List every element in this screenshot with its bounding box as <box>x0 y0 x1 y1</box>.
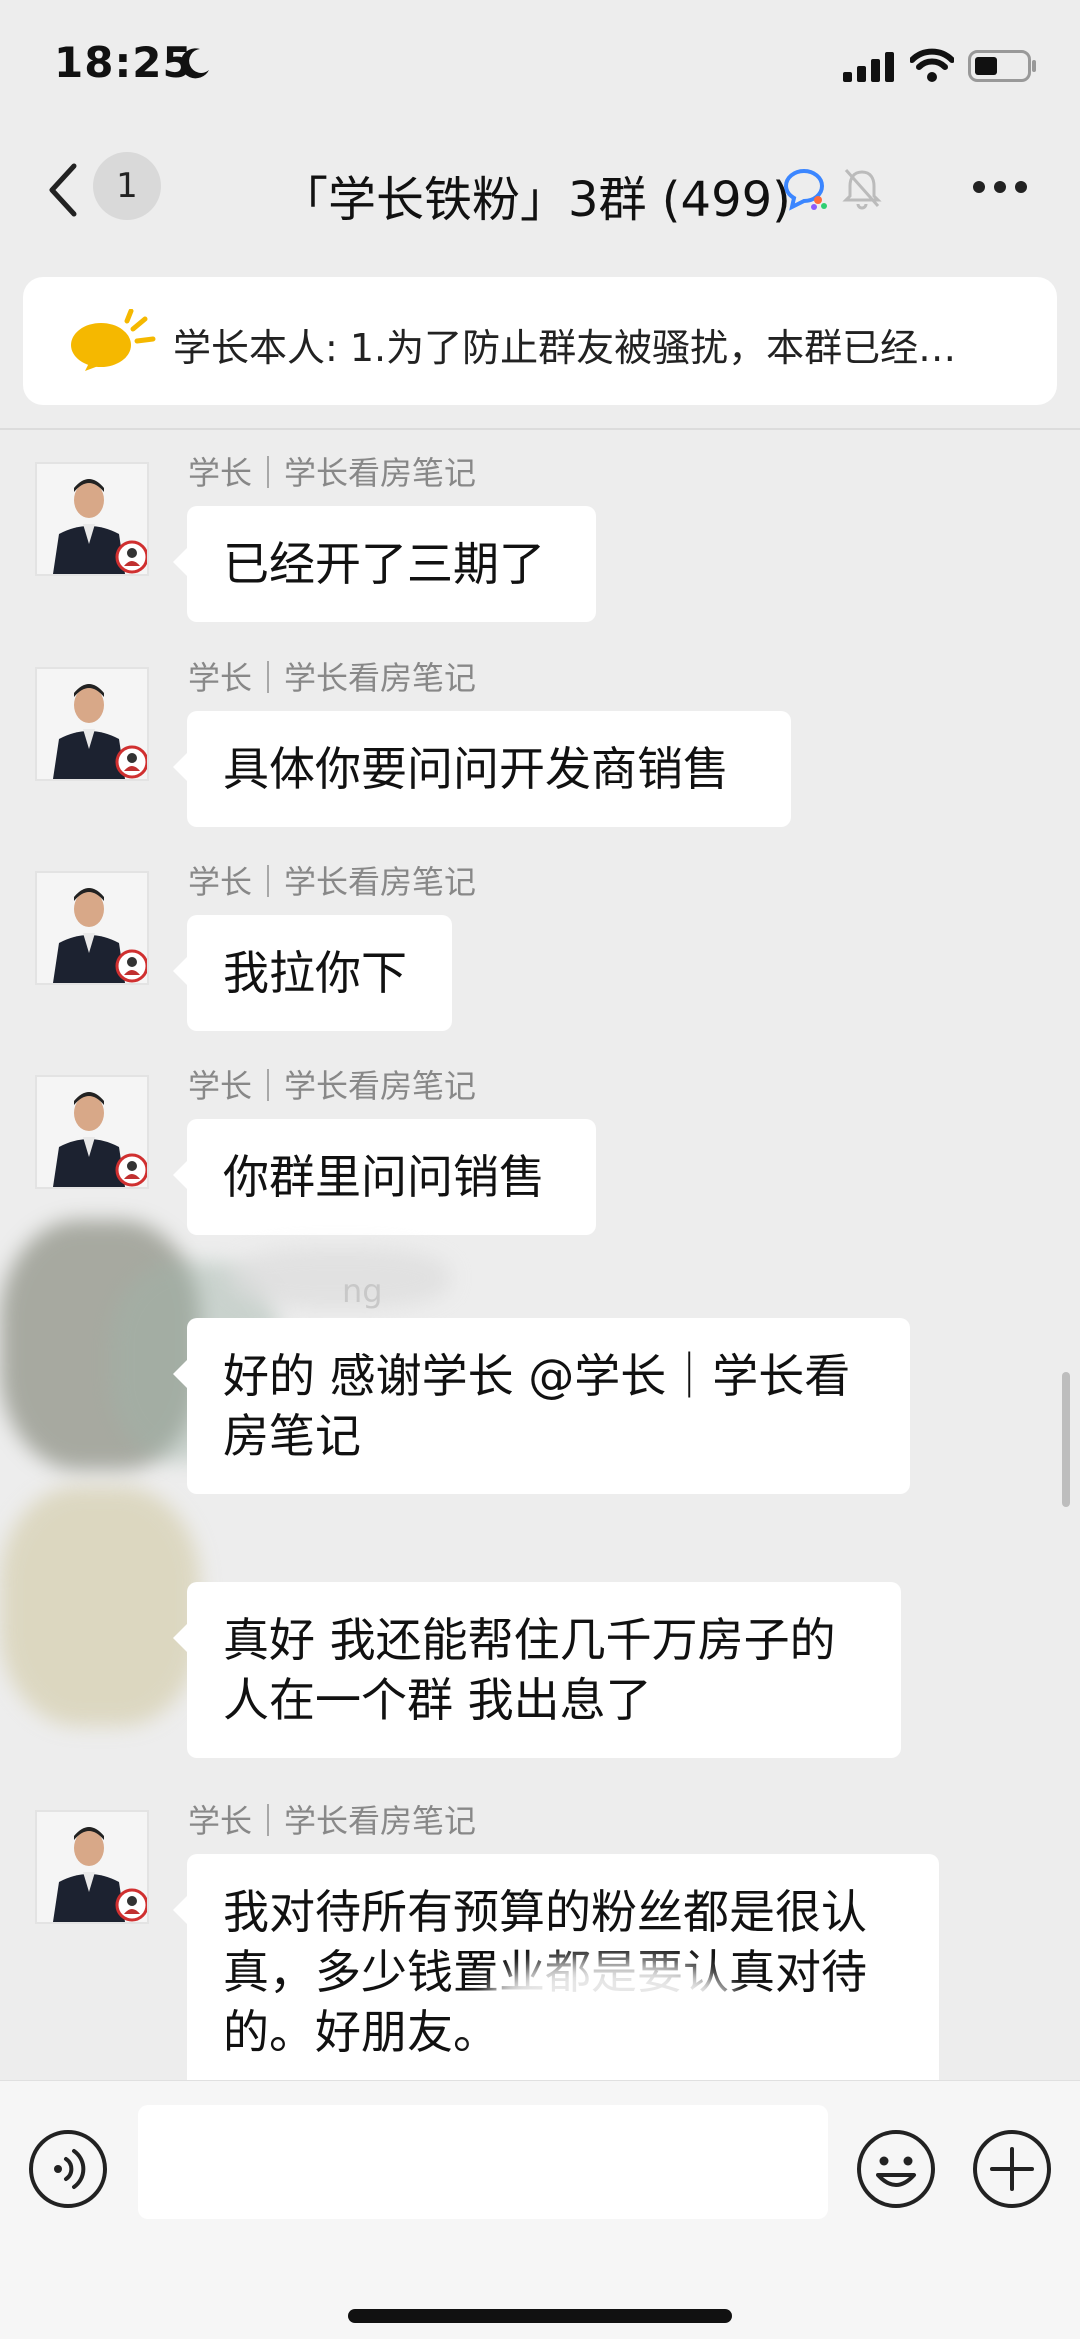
unread-badge[interactable]: 1 <box>93 152 161 220</box>
chat-title[interactable]: 「学长铁粉」3群 (499) <box>280 160 791 230</box>
mute-bell-icon[interactable] <box>842 166 882 210</box>
input-bar <box>0 2080 1080 2339</box>
sender-name: 学长｜学长看房笔记 <box>188 659 477 697</box>
avatar[interactable] <box>35 1075 149 1189</box>
divider <box>0 428 1080 430</box>
voice-icon[interactable] <box>28 2129 108 2209</box>
message-bubble[interactable]: 真好 我还能帮住几千万房子的人在一个群 我出息了 <box>173 1582 901 1758</box>
message-bubble[interactable]: 已经开了三期了 <box>173 506 596 622</box>
nav-bar: 1 「学长铁粉」3群 (499) <box>0 130 1080 250</box>
person-avatar-icon <box>37 669 147 779</box>
status-bar: 18:25 <box>0 0 1080 130</box>
sender-name: 学长｜学长看房笔记 <box>188 454 477 492</box>
avatar[interactable] <box>35 462 149 576</box>
person-avatar-icon <box>37 464 147 574</box>
message-bubble[interactable]: 我拉你下 <box>173 915 452 1031</box>
home-indicator <box>348 2309 732 2323</box>
wifi-icon <box>910 48 954 82</box>
ai-chat-icon[interactable] <box>780 166 830 212</box>
sender-name: 学长｜学长看房笔记 <box>188 1067 477 1105</box>
message-bubble[interactable]: 好的 感谢学长 @学长｜学长看房笔记 <box>173 1318 910 1494</box>
chat-screen: 18:25 1 「学长铁粉」3群 (499) 学长本人: 1.为了防止群友被骚扰… <box>0 0 1080 2339</box>
redaction-smudge <box>480 1960 740 2090</box>
emoji-icon[interactable] <box>856 2129 936 2209</box>
message-bubble[interactable]: 你群里问问销售 <box>173 1119 596 1235</box>
megaphone-icon <box>71 309 156 371</box>
message-bubble[interactable]: 具体你要问问开发商销售 <box>173 711 791 827</box>
more-icon[interactable] <box>972 180 1028 194</box>
redaction-smudge <box>0 1486 200 1726</box>
moon-icon <box>180 48 209 79</box>
back-icon[interactable] <box>42 160 82 220</box>
message-input[interactable] <box>138 2105 828 2219</box>
status-time: 18:25 <box>54 38 193 87</box>
avatar[interactable] <box>35 871 149 985</box>
announcement-text: 学长本人: 1.为了防止群友被骚扰，本群已经… <box>173 326 957 370</box>
avatar[interactable] <box>35 667 149 781</box>
signal-icon <box>843 52 894 82</box>
sender-name: 学长｜学长看房笔记 <box>188 1802 477 1840</box>
redaction-smudge <box>230 1248 450 1308</box>
person-avatar-icon <box>37 873 147 983</box>
avatar[interactable] <box>35 1810 149 1924</box>
sender-name: ng <box>342 1272 383 1310</box>
battery-icon <box>968 50 1036 82</box>
person-avatar-icon <box>37 1812 147 1922</box>
person-avatar-icon <box>37 1077 147 1187</box>
sender-name: 学长｜学长看房笔记 <box>188 863 477 901</box>
scroll-indicator[interactable] <box>1062 1372 1070 1507</box>
group-announcement[interactable]: 学长本人: 1.为了防止群友被骚扰，本群已经… <box>23 277 1057 405</box>
plus-icon[interactable] <box>972 2129 1052 2209</box>
